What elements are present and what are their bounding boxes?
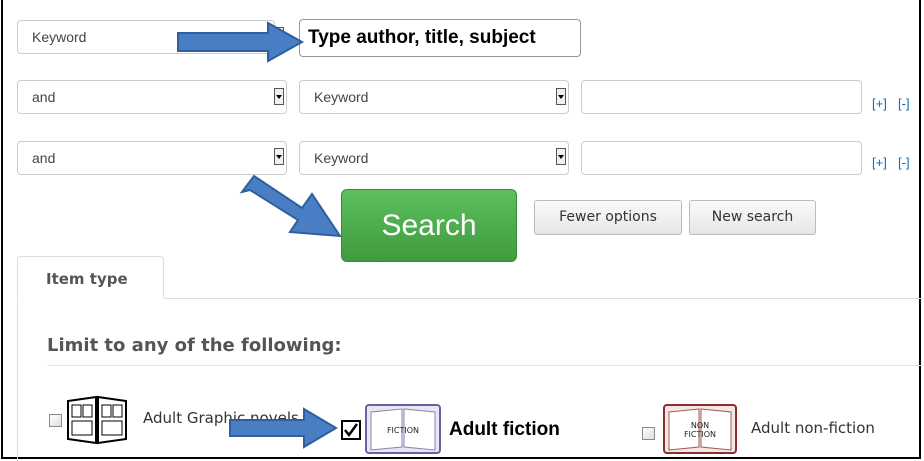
tab-item-type-label: Item type: [46, 270, 128, 288]
boolean-operator-value-2: and: [32, 89, 56, 105]
fiction-book-icon: FICTION: [365, 404, 441, 454]
arrow-to-search-button-icon: [239, 174, 342, 238]
label-adult-non-fiction: Adult non-fiction: [751, 419, 875, 437]
search-term-input-2[interactable]: [581, 80, 862, 114]
search-field-value-1: Keyword: [32, 29, 87, 45]
boolean-operator-value-3: and: [32, 150, 56, 166]
divider: [47, 365, 922, 366]
svg-text:FICTION: FICTION: [684, 430, 716, 439]
label-adult-fiction: Adult fiction: [449, 419, 560, 440]
dropdown-button-2a[interactable]: [274, 88, 284, 105]
search-field-value-2: Keyword: [314, 89, 369, 105]
search-term-input-3[interactable]: [581, 141, 862, 175]
tab-item-type[interactable]: Item type: [17, 256, 164, 299]
arrow-to-search-term-icon: [177, 21, 305, 63]
add-row-link-2[interactable]: [+]: [872, 96, 887, 111]
fewer-options-button[interactable]: Fewer options: [534, 200, 682, 235]
fiction-icon-text: FICTION: [387, 426, 419, 435]
search-field-value-3: Keyword: [314, 150, 369, 166]
checkbox-adult-fiction[interactable]: [341, 420, 361, 440]
annotation-text: Type author, title, subject: [308, 27, 536, 48]
graphic-novel-icon: [67, 395, 127, 445]
dropdown-button-2b[interactable]: [556, 88, 566, 105]
search-field-select-2[interactable]: Keyword: [299, 80, 569, 114]
search-button[interactable]: Search: [341, 189, 517, 262]
add-row-link-3[interactable]: [+]: [872, 155, 887, 170]
boolean-operator-select-2[interactable]: and: [17, 80, 287, 114]
limit-heading: Limit to any of the following:: [47, 335, 342, 356]
annotation-type-author-title-subject[interactable]: Type author, title, subject: [299, 19, 581, 57]
dropdown-button-3b[interactable]: [556, 148, 566, 165]
svg-text:NON: NON: [691, 421, 709, 430]
checkbox-adult-graphic-novels[interactable]: [49, 414, 62, 427]
new-search-button[interactable]: New search: [689, 200, 816, 235]
checkmark-icon: [344, 423, 359, 438]
dropdown-button-3a[interactable]: [274, 148, 284, 165]
checkbox-adult-non-fiction[interactable]: [642, 427, 655, 440]
arrow-to-adult-fiction-icon: [229, 407, 338, 449]
remove-row-link-3[interactable]: [-]: [898, 155, 910, 170]
remove-row-link-2[interactable]: [-]: [898, 96, 910, 111]
nonfiction-book-icon: NON FICTION: [663, 404, 737, 454]
